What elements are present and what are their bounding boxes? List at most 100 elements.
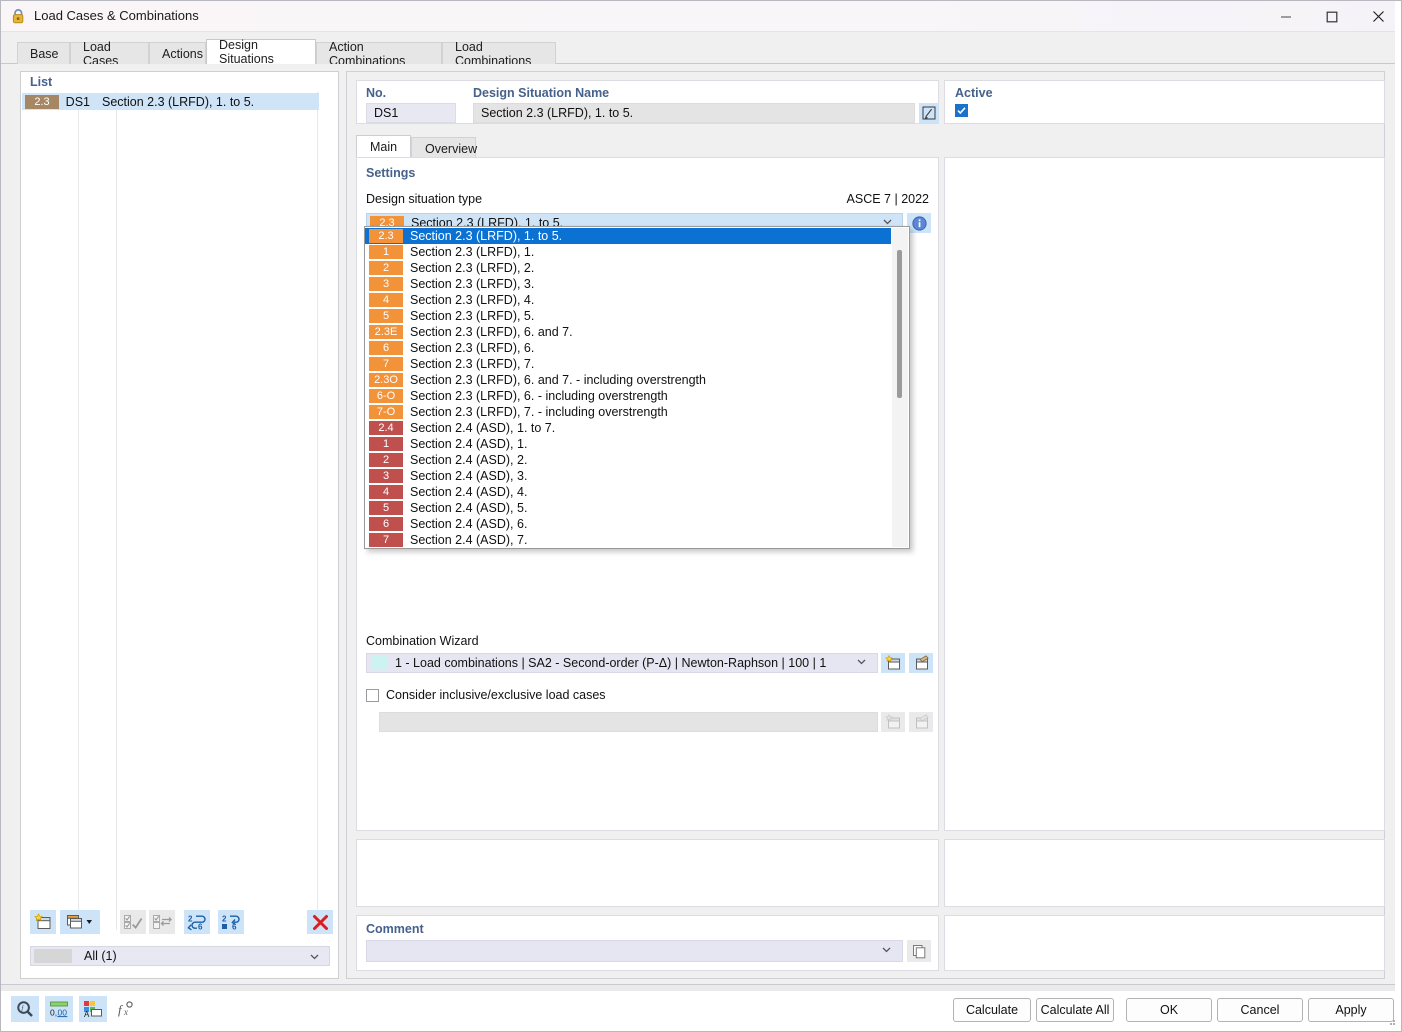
filter-color-swatch: [34, 949, 72, 963]
decimals-tool-button[interactable]: 0, 00: [45, 996, 73, 1022]
close-icon: [1372, 11, 1384, 22]
no-field[interactable]: DS1: [366, 103, 456, 123]
list-column-separator-1: [78, 92, 79, 930]
new-item-button[interactable]: [30, 910, 56, 934]
tab-load-combinations[interactable]: Load Combinations: [442, 40, 556, 68]
new-inclusive-exclusive-button: [881, 712, 905, 732]
active-checkbox[interactable]: [955, 104, 968, 117]
dropdown-option[interactable]: 2.3E Section 2.3 (LRFD), 6. and 7.: [365, 324, 891, 340]
dropdown-option[interactable]: 2.4 Section 2.4 (ASD), 1. to 7.: [365, 420, 891, 436]
consider-inclusive-exclusive-label: Consider inclusive/exclusive load cases: [386, 688, 606, 702]
combination-wizard-combo[interactable]: 1 - Load combinations | SA2 - Second-ord…: [366, 653, 878, 673]
list-filter-dropdown[interactable]: All (1): [30, 946, 330, 966]
edit-name-button[interactable]: [919, 103, 939, 123]
option-badge: 6: [369, 517, 403, 531]
formula-tool-button[interactable]: f x: [113, 996, 141, 1022]
load-cases-combinations-window: Load Cases & Combinations Base Load Case…: [0, 0, 1402, 1032]
svg-text:6: 6: [198, 922, 203, 931]
chevron-down-icon: [86, 920, 92, 924]
row-number: DS1: [65, 94, 90, 109]
copy-comment-button[interactable]: [907, 940, 931, 962]
option-badge: 5: [369, 501, 403, 515]
filter-value: All (1): [84, 949, 117, 963]
option-label: Section 2.3 (LRFD), 2.: [410, 261, 535, 275]
consider-inclusive-exclusive-checkbox[interactable]: [366, 688, 379, 702]
dropdown-option[interactable]: 3 Section 2.4 (ASD), 3.: [365, 468, 891, 484]
info-button[interactable]: [907, 213, 931, 233]
option-label: Section 2.4 (ASD), 5.: [410, 501, 528, 515]
tab-design-situations[interactable]: Design Situations: [206, 38, 316, 66]
calculate-button[interactable]: Calculate: [953, 998, 1031, 1022]
search-tool-button[interactable]: f: [11, 996, 39, 1022]
row-badge: 2.3: [25, 94, 59, 109]
ok-button[interactable]: OK: [1126, 998, 1212, 1022]
consider-inclusive-exclusive-row[interactable]: Consider inclusive/exclusive load cases: [366, 688, 606, 702]
edit-combination-wizard-button[interactable]: [909, 653, 933, 673]
tab-actions[interactable]: Actions: [149, 42, 206, 64]
option-label: Section 2.4 (ASD), 3.: [410, 469, 528, 483]
minimize-button[interactable]: [1263, 1, 1309, 32]
option-badge: 6: [369, 341, 403, 355]
dropdown-option[interactable]: 1 Section 2.3 (LRFD), 1.: [365, 244, 891, 260]
renumber-button[interactable]: 2 6: [184, 910, 210, 934]
option-badge: 2.3E: [369, 325, 403, 339]
svg-text:2: 2: [222, 914, 227, 923]
dropdown-option[interactable]: 6-O Section 2.3 (LRFD), 6. - including ov…: [365, 388, 891, 404]
list-panel: List 2.3 DS1 Section 2.3 (LRFD), 1. to 5…: [20, 71, 339, 979]
lower-right-blank-card: [944, 839, 1385, 907]
list-toolbar: 2 6 2 6: [22, 908, 339, 936]
dropdown-option[interactable]: 4 Section 2.4 (ASD), 4.: [365, 484, 891, 500]
dropdown-option[interactable]: 2.3 Section 2.3 (LRFD), 1. to 5.: [365, 228, 891, 244]
list-header-label: List: [30, 75, 53, 89]
option-label: Section 2.4 (ASD), 6.: [410, 517, 528, 531]
option-badge: 3: [369, 277, 403, 291]
dropdown-option[interactable]: 1 Section 2.4 (ASD), 1.: [365, 436, 891, 452]
tab-base[interactable]: Base: [17, 42, 70, 64]
comment-combo[interactable]: [366, 940, 903, 962]
dropdown-option[interactable]: 6 Section 2.3 (LRFD), 6.: [365, 340, 891, 356]
design-situation-type-dropdown[interactable]: 2.3 Section 2.3 (LRFD), 1. to 5. 1 Section …: [364, 226, 910, 549]
apply-button[interactable]: Apply: [1308, 998, 1394, 1022]
table-row[interactable]: 2.3 DS1 Section 2.3 (LRFD), 1. to 5.: [22, 93, 319, 110]
units-tool-button[interactable]: A: [79, 996, 107, 1022]
dropdown-scrollbar[interactable]: [892, 228, 908, 547]
option-label: Section 2.3 (LRFD), 6.: [410, 341, 535, 355]
dropdown-option[interactable]: 7-O Section 2.3 (LRFD), 7. - including ov…: [365, 404, 891, 420]
maximize-button[interactable]: [1309, 1, 1355, 32]
renumber-from-button[interactable]: 2 6: [218, 910, 244, 934]
dropdown-option[interactable]: 5 Section 2.3 (LRFD), 5.: [365, 308, 891, 324]
dropdown-option[interactable]: 2 Section 2.4 (ASD), 2.: [365, 452, 891, 468]
tab-load-cases[interactable]: Load Cases: [70, 40, 149, 68]
design-situation-name-label: Design Situation Name: [473, 86, 610, 100]
check-icon: [957, 107, 966, 115]
cancel-button[interactable]: Cancel: [1217, 998, 1303, 1022]
svg-text:00: 00: [58, 1007, 68, 1017]
title-bar: Load Cases & Combinations: [1, 1, 1401, 32]
new-combination-wizard-button[interactable]: [881, 653, 905, 673]
maximize-icon: [1326, 11, 1338, 22]
edit-inclusive-exclusive-button: [909, 712, 933, 732]
dropdown-scrollbar-thumb[interactable]: [897, 250, 902, 398]
option-badge: 2.3: [369, 229, 403, 243]
dropdown-option[interactable]: 3 Section 2.3 (LRFD), 3.: [365, 276, 891, 292]
dropdown-option[interactable]: 2 Section 2.3 (LRFD), 2.: [365, 260, 891, 276]
dropdown-option[interactable]: 7 Section 2.4 (ASD), 7.: [365, 532, 891, 548]
dropdown-option[interactable]: 7 Section 2.3 (LRFD), 7.: [365, 356, 891, 372]
dropdown-option[interactable]: 2.3O Section 2.3 (LRFD), 6. and 7. - incl…: [365, 372, 891, 388]
dropdown-option[interactable]: 4 Section 2.3 (LRFD), 4.: [365, 292, 891, 308]
dropdown-option[interactable]: 5 Section 2.4 (ASD), 5.: [365, 500, 891, 516]
main-tab-strip: Base Load Cases Actions Design Situation…: [1, 32, 1401, 68]
design-situation-type-label: Design situation type: [366, 192, 483, 206]
window-right-edge: [1395, 1, 1401, 1031]
calculate-all-button[interactable]: Calculate All: [1036, 998, 1114, 1022]
tab-main[interactable]: Main: [356, 135, 411, 158]
dialog-body: List 2.3 DS1 Section 2.3 (LRFD), 1. to 5…: [1, 64, 1401, 984]
no-label: No.: [366, 86, 387, 100]
dropdown-option[interactable]: 6 Section 2.4 (ASD), 6.: [365, 516, 891, 532]
option-badge: 4: [369, 293, 403, 307]
new-window-icon: [33, 913, 50, 929]
delete-button[interactable]: [307, 910, 333, 934]
design-situation-name-field[interactable]: Section 2.3 (LRFD), 1. to 5.: [473, 103, 915, 123]
tab-action-combinations[interactable]: Action Combinations: [316, 40, 442, 68]
duplicate-item-button[interactable]: [60, 910, 100, 934]
